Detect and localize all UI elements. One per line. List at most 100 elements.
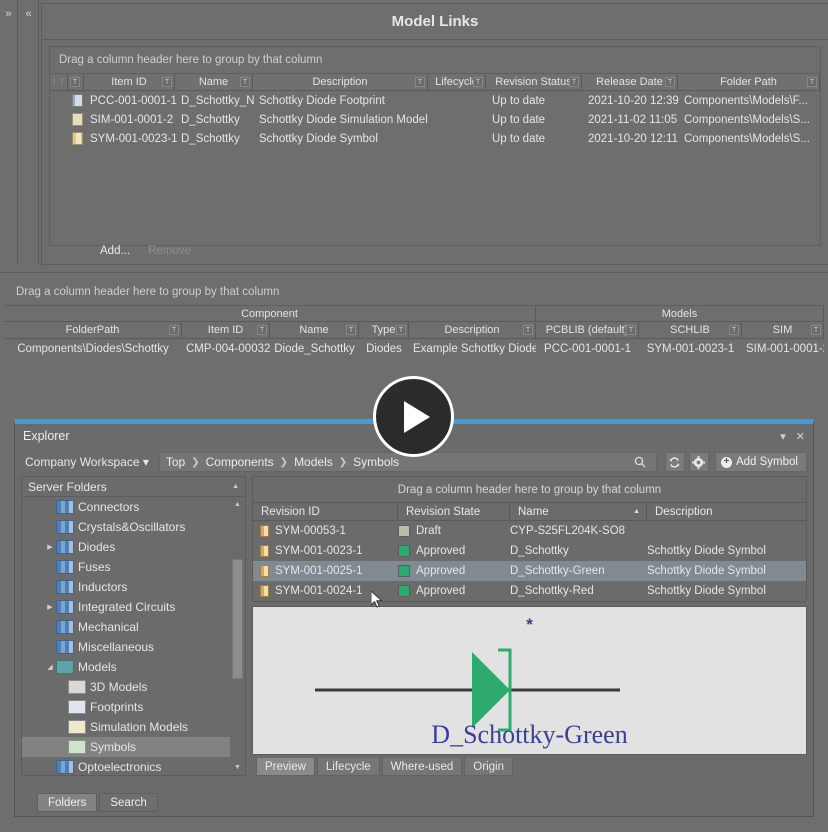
left-rail-expand[interactable]: » — [0, 0, 18, 265]
filter-icon[interactable]: T — [807, 77, 817, 87]
refresh-icon[interactable] — [665, 452, 685, 472]
column-header-item-id[interactable]: Item IDT — [182, 322, 270, 338]
column-header-name[interactable]: NameT — [270, 322, 359, 338]
column-header-revision-status[interactable]: Revision Status T — [486, 74, 582, 90]
table-row[interactable]: SYM-001-0024-1 Approved D_Schottky-Red S… — [253, 581, 806, 601]
tree-item-optoelectronics[interactable]: Optoelectronics — [22, 757, 230, 775]
explorer-content-pane: Drag a column header here to group by th… — [252, 476, 807, 776]
column-header-revision-id[interactable]: Revision ID — [253, 503, 398, 520]
breadcrumb-item-models[interactable]: Models — [294, 455, 333, 469]
tree-item-connectors[interactable]: Connectors — [22, 497, 230, 517]
tab-folders[interactable]: Folders — [37, 793, 97, 812]
breadcrumb-item-components[interactable]: Components — [206, 455, 274, 469]
library-folder-icon — [56, 760, 74, 774]
table-row[interactable]: SYM-001-0025-1 Approved D_Schottky-Green… — [253, 561, 806, 581]
tree-item-fuses[interactable]: Fuses — [22, 557, 230, 577]
scroll-thumb[interactable] — [232, 559, 243, 679]
tree-item-diodes[interactable]: ▶ Diodes — [22, 537, 230, 557]
column-header-lifecycle[interactable]: Lifecycle T — [428, 74, 486, 90]
filter-icon[interactable]: T — [415, 77, 425, 87]
tab-where-used[interactable]: Where-used — [382, 758, 463, 776]
expand-arrow-icon[interactable]: ▶ — [44, 543, 56, 551]
tab-preview[interactable]: Preview — [256, 758, 315, 776]
tab-search[interactable]: Search — [99, 793, 157, 812]
column-header-release-date[interactable]: Release Date T — [582, 74, 678, 90]
column-header-folderpath[interactable]: FolderPathT — [4, 322, 182, 338]
table-row[interactable]: Components\Diodes\Schottky CMP-004-00032… — [4, 339, 824, 358]
column-header-name[interactable]: Name T — [175, 74, 253, 90]
tree-item-footprints[interactable]: Footprints — [22, 697, 230, 717]
play-button-overlay[interactable] — [373, 376, 454, 457]
filter-icon[interactable]: T — [665, 77, 675, 87]
column-header-type[interactable]: TypeT — [359, 322, 409, 338]
tree-item-3d-models[interactable]: 3D Models — [22, 677, 230, 697]
tree-item-crystals-oscillators[interactable]: Crystals&Oscillators — [22, 517, 230, 537]
filter-icon[interactable]: T — [396, 325, 406, 335]
table-row[interactable]: SYM-00053-1 Draft CYP-S25FL204K-SO8 — [253, 521, 806, 541]
filter-icon[interactable]: T — [70, 77, 80, 87]
table-row[interactable]: SIM-001-0001-2 D_Schottky Schottky Diode… — [50, 110, 820, 129]
panel-menu-icon[interactable]: ▾ — [780, 430, 786, 443]
add-button[interactable]: Add... — [100, 245, 130, 257]
symbol-icon — [253, 585, 275, 597]
column-header-sim[interactable]: SIMT — [742, 322, 824, 338]
filter-icon[interactable]: T — [240, 77, 250, 87]
chevron-left-icon[interactable]: « — [25, 8, 31, 265]
column-header-description[interactable]: Description — [647, 503, 806, 520]
left-rail-collapse[interactable]: « — [19, 0, 39, 265]
column-header-name[interactable]: Name ▲ — [510, 503, 647, 520]
tree-item-inductors[interactable]: Inductors — [22, 577, 230, 597]
cell-folder-path: Components\Models\F... — [680, 95, 820, 107]
tree-scrollbar[interactable]: ▲ ▼ — [232, 499, 243, 773]
close-icon[interactable]: ✕ — [796, 430, 805, 443]
chevron-right-icon[interactable]: » — [5, 8, 11, 265]
expand-arrow-icon[interactable]: ▶ — [44, 603, 56, 611]
tab-lifecycle[interactable]: Lifecycle — [317, 758, 380, 776]
row-icon-column-header[interactable]: T — [68, 74, 84, 90]
column-header-item-id[interactable]: Item ID T — [84, 74, 175, 90]
filter-icon[interactable]: T — [729, 325, 739, 335]
symbol-icon — [253, 545, 275, 557]
filter-icon[interactable]: T — [473, 77, 483, 87]
filter-icon[interactable]: T — [162, 77, 172, 87]
column-header-schlib[interactable]: SCHLIBT — [639, 322, 742, 338]
filter-icon[interactable]: T — [523, 325, 533, 335]
column-header-description[interactable]: DescriptionT — [409, 322, 536, 338]
tab-origin[interactable]: Origin — [464, 758, 513, 776]
column-header-folder-path[interactable]: Folder Path T — [678, 74, 820, 90]
add-symbol-button[interactable]: + Add Symbol — [715, 452, 807, 472]
gear-icon[interactable] — [689, 452, 709, 472]
table-row[interactable]: SYM-001-0023-1 Approved D_Schottky Schot… — [253, 541, 806, 561]
column-header-description[interactable]: Description T — [253, 74, 428, 90]
tree-item-symbols[interactable]: Symbols — [22, 737, 230, 757]
filter-icon[interactable]: T — [346, 325, 356, 335]
tree-item-models[interactable]: ◢ Models — [22, 657, 230, 677]
filter-icon[interactable]: T — [811, 325, 821, 335]
collapse-icon[interactable]: ▲ — [232, 483, 239, 490]
filter-icon[interactable]: T — [169, 325, 179, 335]
group-header-models[interactable]: Models — [536, 306, 824, 321]
tree-item-integrated-circuits[interactable]: ▶ Integrated Circuits — [22, 597, 230, 617]
filter-icon[interactable]: T — [257, 325, 267, 335]
tree-item-simulation-models[interactable]: Simulation Models — [22, 717, 230, 737]
collapse-arrow-icon[interactable]: ◢ — [44, 663, 56, 671]
tree-item-mechanical[interactable]: Mechanical — [22, 617, 230, 637]
group-by-hint[interactable]: Drag a column header here to group by th… — [253, 477, 806, 503]
table-row[interactable]: SYM-001-0023-1 D_Schottky Schottky Diode… — [50, 129, 820, 148]
workspace-selector[interactable]: Company Workspace ▾ — [25, 455, 155, 469]
column-selector[interactable]: ⋮⋮ — [50, 74, 68, 90]
scroll-down-icon[interactable]: ▼ — [232, 762, 243, 773]
breadcrumb-item-top[interactable]: Top — [166, 455, 185, 469]
tree-item-miscellaneous[interactable]: Miscellaneous — [22, 637, 230, 657]
group-header-component[interactable]: Component — [4, 306, 536, 321]
breadcrumb-item-symbols[interactable]: Symbols — [353, 455, 399, 469]
group-by-hint[interactable]: Drag a column header here to group by th… — [50, 47, 820, 74]
search-icon[interactable] — [630, 452, 650, 472]
scroll-up-icon[interactable]: ▲ — [232, 499, 243, 510]
filter-icon[interactable]: T — [569, 77, 579, 87]
table-row[interactable]: PCC-001-0001-1 D_Schottky_N Schottky Dio… — [50, 91, 820, 110]
group-by-hint[interactable]: Drag a column header here to group by th… — [4, 278, 824, 306]
filter-icon[interactable]: T — [626, 325, 636, 335]
column-header-revision-state[interactable]: Revision State — [398, 503, 510, 520]
column-header-pcblib[interactable]: PCBLIB (default)T — [536, 322, 639, 338]
